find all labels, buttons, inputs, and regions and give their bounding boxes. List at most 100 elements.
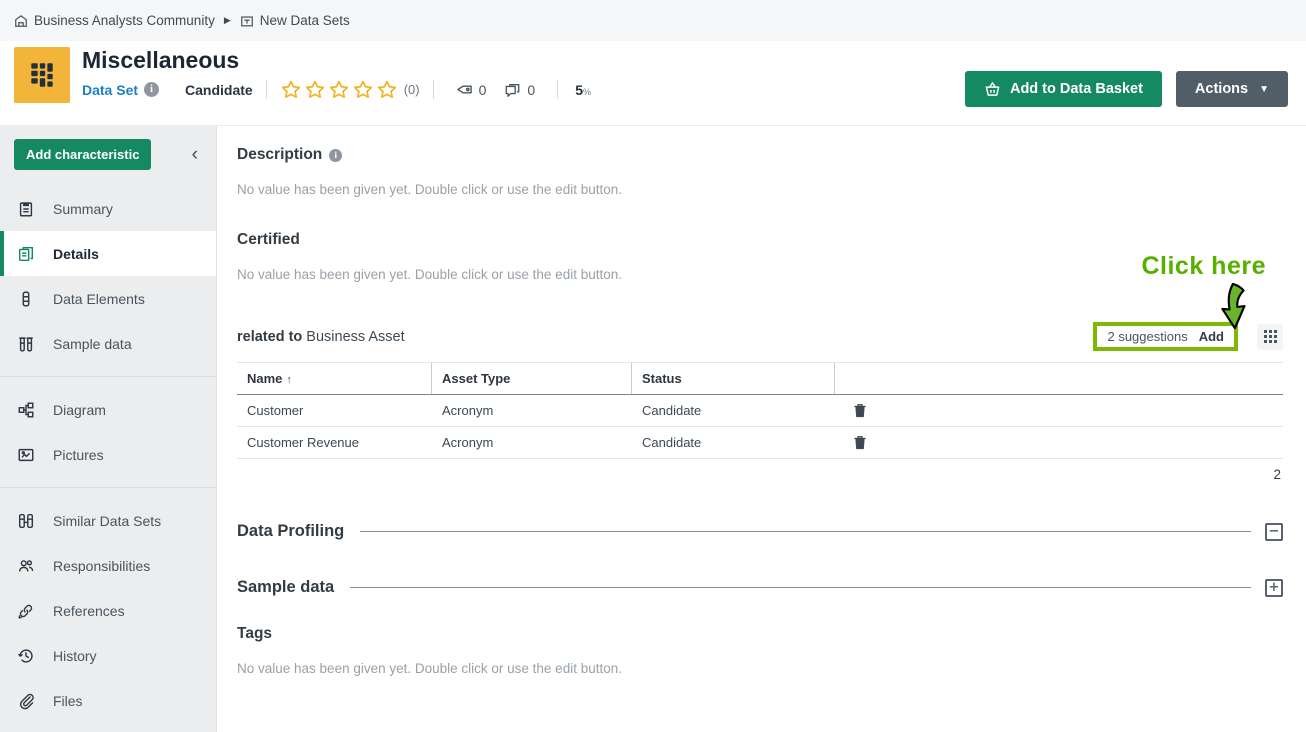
sidebar-item-label: References [53, 603, 125, 619]
sidebar-item-diagram[interactable]: Diagram [0, 387, 216, 432]
separator [557, 80, 558, 99]
add-characteristic-button[interactable]: Add characteristic [14, 139, 151, 170]
section-rule [350, 587, 1251, 588]
caret-down-icon: ▼ [1259, 84, 1269, 95]
sidebar-item-label: History [53, 648, 97, 664]
dataset-icon [14, 47, 70, 103]
sidebar-divider [0, 376, 216, 377]
cell-status: Candidate [632, 395, 835, 426]
delete-row-button[interactable] [835, 395, 1283, 426]
progress-label: 5% [575, 82, 591, 98]
tags-title: Tags [237, 625, 272, 643]
comments-count[interactable]: 0 [504, 82, 535, 98]
history-clock-icon [16, 647, 36, 665]
sample-columns-icon [16, 335, 36, 353]
column-header-asset-type[interactable]: Asset Type [432, 363, 632, 394]
sidebar-item-details[interactable]: Details [0, 231, 216, 276]
column-header-name[interactable]: Name↑ [237, 363, 432, 394]
people-icon [16, 557, 36, 575]
sidebar-item-similar-data-sets[interactable]: Similar Data Sets [0, 498, 216, 543]
asset-type-link[interactable]: Data Set [82, 82, 138, 98]
main-content: Description i No value has been given ye… [217, 126, 1306, 732]
collapse-sidebar-icon[interactable]: ‹ [188, 145, 202, 164]
sidebar-item-label: Data Elements [53, 291, 145, 307]
asset-header: Miscellaneous Data Set i Candidate (0) 0… [0, 41, 1306, 125]
grid-icon [1264, 330, 1277, 343]
table-view-options-button[interactable] [1257, 324, 1283, 350]
breadcrumb-community-link[interactable]: Business Analysts Community [14, 13, 215, 28]
sidebar-item-label: Diagram [53, 402, 106, 418]
trash-icon [853, 435, 867, 450]
star-icon[interactable] [280, 79, 302, 100]
table-row: Customer Acronym Candidate [237, 395, 1283, 427]
sidebar-item-summary[interactable]: Summary [0, 186, 216, 231]
separator [266, 80, 267, 99]
cell-name[interactable]: Customer [237, 395, 432, 426]
minus-box-icon[interactable]: − [1265, 523, 1283, 541]
sidebar-item-files[interactable]: Files [0, 678, 216, 723]
sort-asc-icon: ↑ [286, 374, 292, 386]
rating-stars[interactable] [280, 79, 398, 100]
sidebar-item-label: Similar Data Sets [53, 513, 161, 529]
comments-count-value: 0 [527, 82, 535, 98]
completeness-progress: 5% [575, 82, 591, 98]
sidebar-item-history[interactable]: History [0, 633, 216, 678]
cell-name[interactable]: Customer Revenue [237, 427, 432, 458]
sidebar-item-responsibilities[interactable]: Responsibilities [0, 543, 216, 588]
tags-count[interactable]: 0 [456, 82, 487, 98]
sample-data-title: Sample data [237, 578, 334, 597]
breadcrumb: Business Analysts Community ▶ New Data S… [0, 0, 1306, 41]
plus-box-icon[interactable]: + [1265, 579, 1283, 597]
basket-icon [984, 81, 1001, 97]
diagram-nodes-icon [16, 401, 36, 419]
table-row: Customer Revenue Acronym Candidate [237, 427, 1283, 459]
clipboard-icon [16, 200, 36, 218]
sidebar-item-label: Files [53, 693, 83, 709]
star-icon[interactable] [376, 79, 398, 100]
breadcrumb-community-label: Business Analysts Community [34, 13, 215, 28]
star-icon[interactable] [304, 79, 326, 100]
sidebar-item-data-elements[interactable]: Data Elements [0, 276, 216, 321]
delete-row-button[interactable] [835, 427, 1283, 458]
cell-asset-type: Acronym [432, 395, 632, 426]
sidebar-item-references[interactable]: References [0, 588, 216, 633]
certified-empty-value[interactable]: No value has been given yet. Double clic… [237, 267, 1283, 282]
breadcrumb-domain-link[interactable]: New Data Sets [240, 13, 350, 28]
progress-fill [593, 90, 601, 96]
tag-icon [456, 82, 473, 97]
suggestions-link[interactable]: 2 suggestions [1107, 329, 1187, 344]
cell-status: Candidate [632, 427, 835, 458]
actions-button[interactable]: Actions ▼ [1176, 71, 1288, 107]
tags-empty-value[interactable]: No value has been given yet. Double clic… [237, 661, 1283, 676]
star-icon[interactable] [352, 79, 374, 100]
table-total-count: 2 [237, 467, 1283, 482]
trash-icon [853, 403, 867, 418]
certified-title: Certified [237, 231, 300, 249]
info-icon[interactable]: i [144, 82, 159, 97]
similar-columns-icon [16, 512, 36, 530]
tags-heading: Tags [237, 625, 1283, 643]
sample-data-section: Sample data + [237, 578, 1283, 597]
column-header-status[interactable]: Status [632, 363, 835, 394]
add-to-data-basket-button[interactable]: Add to Data Basket [965, 71, 1162, 107]
asset-status-line: Data Set i Candidate (0) 0 0 [82, 79, 965, 100]
suggestions-add-button[interactable]: Add [1199, 329, 1224, 344]
data-profiling-title: Data Profiling [237, 522, 344, 541]
related-table: Name↑ Asset Type Status Customer Acronym… [237, 362, 1283, 482]
description-title: Description [237, 146, 322, 164]
sidebar-item-sample-data[interactable]: Sample data [0, 321, 216, 366]
related-title-type: Business Asset [306, 329, 404, 345]
info-icon[interactable]: i [329, 149, 342, 162]
breadcrumb-caret-icon: ▶ [224, 15, 231, 26]
separator [433, 80, 434, 99]
sidebar-item-label: Pictures [53, 447, 104, 463]
rating-count: (0) [404, 82, 420, 97]
picture-icon [16, 446, 36, 464]
page-title: Miscellaneous [82, 47, 965, 73]
cell-asset-type: Acronym [432, 427, 632, 458]
sidebar-item-pictures[interactable]: Pictures [0, 432, 216, 477]
sidebar-item-label: Sample data [53, 336, 132, 352]
description-empty-value[interactable]: No value has been given yet. Double clic… [237, 182, 1283, 197]
star-icon[interactable] [328, 79, 350, 100]
tags-count-value: 0 [479, 82, 487, 98]
